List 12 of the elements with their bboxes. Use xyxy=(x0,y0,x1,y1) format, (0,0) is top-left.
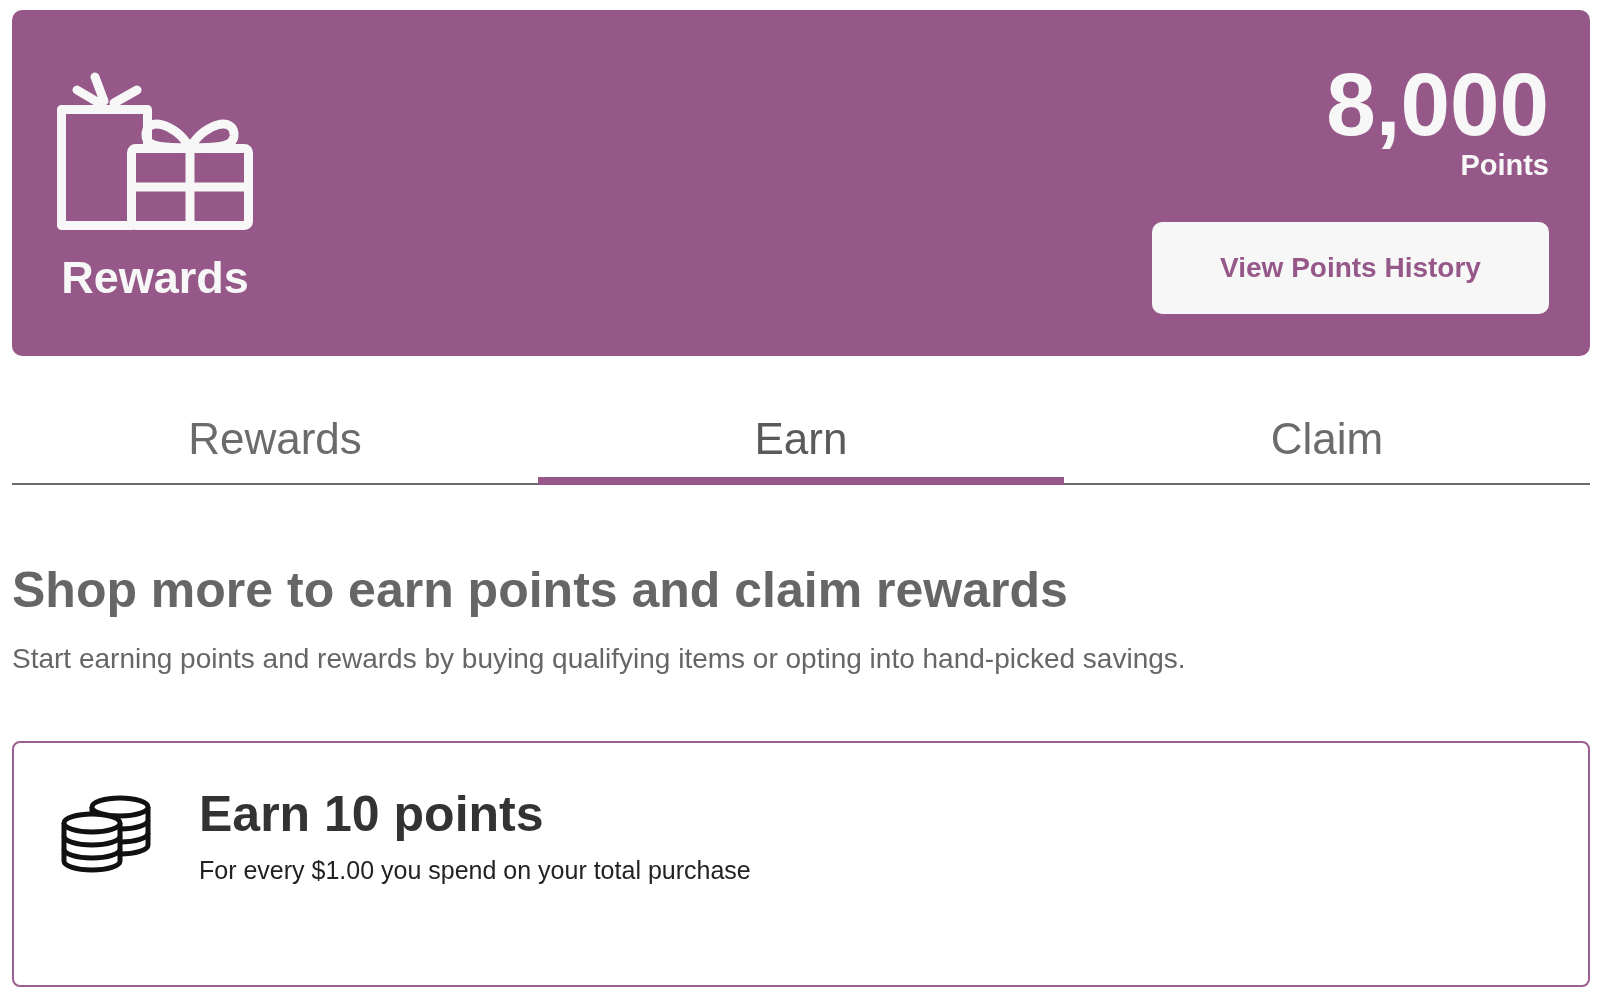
banner-title: Rewards xyxy=(61,255,249,300)
tab[interactable]: Rewards xyxy=(12,394,538,485)
section-description: Start earning points and rewards by buying qualifying items or opting into hand-picked savings. xyxy=(12,645,1187,673)
points-balance: 8,000 xyxy=(1326,60,1549,149)
card-description: For every $1.00 you spend on your total purchase xyxy=(199,858,751,883)
section-heading: Shop more to earn points and claim rewards xyxy=(12,565,1069,615)
tab[interactable]: Claim xyxy=(1064,394,1590,485)
view-points-history-button[interactable]: View Points History xyxy=(1152,222,1549,314)
tab[interactable]: Earn xyxy=(538,394,1064,485)
card-title: Earn 10 points xyxy=(199,789,545,839)
coin-stacks-icon xyxy=(59,795,151,874)
points-label: Points xyxy=(1460,151,1549,180)
